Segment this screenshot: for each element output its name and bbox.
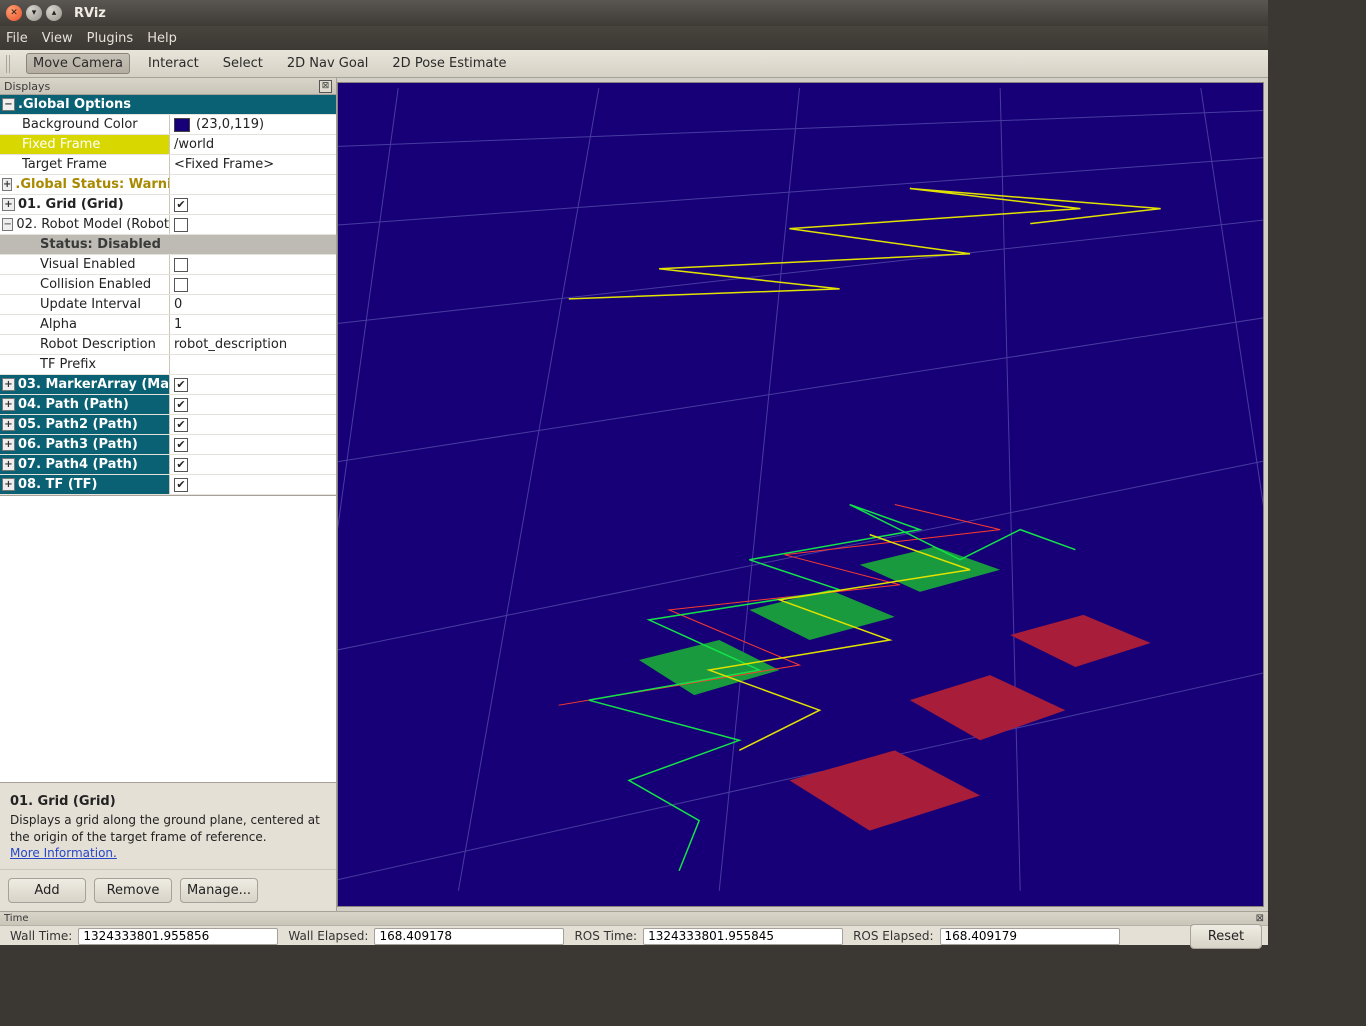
display-robot-model[interactable]: −02. Robot Model (Robot xyxy=(0,215,336,235)
displays-tree[interactable]: −.Global Options Background Color (23,0,… xyxy=(0,95,336,496)
expand-icon[interactable]: + xyxy=(2,478,15,491)
tree-global-options[interactable]: −.Global Options xyxy=(0,95,336,115)
viewport-canvas xyxy=(338,83,1263,906)
checkbox[interactable]: ✔ xyxy=(174,478,188,492)
displays-header: Displays ⊠ xyxy=(0,78,336,95)
tree-global-status[interactable]: +.Global Status: Warning xyxy=(0,175,336,195)
3d-viewport[interactable] xyxy=(337,82,1264,907)
displays-panel: Displays ⊠ −.Global Options Background C… xyxy=(0,78,337,911)
toolbar: Move Camera Interact Select 2D Nav Goal … xyxy=(0,50,1268,78)
display-tf[interactable]: +08. TF (TF) ✔ xyxy=(0,475,336,495)
description-more-link[interactable]: More Information. xyxy=(10,846,117,860)
prop-update-interval[interactable]: Update Interval 0 xyxy=(0,295,336,315)
ros-elapsed-label: ROS Elapsed: xyxy=(853,929,933,943)
checkbox[interactable] xyxy=(174,258,188,272)
tree-empty-area xyxy=(0,496,336,782)
ros-time-label: ROS Time: xyxy=(574,929,637,943)
expand-icon[interactable]: + xyxy=(2,198,15,211)
ros-time-input[interactable] xyxy=(643,928,843,945)
manage-button[interactable]: Manage... xyxy=(180,878,258,903)
menu-file[interactable]: File xyxy=(6,31,28,46)
time-panel: Time ⊠ Wall Time: Wall Elapsed: ROS Time… xyxy=(0,911,1268,945)
checkbox[interactable]: ✔ xyxy=(174,198,188,212)
expand-icon[interactable]: + xyxy=(2,178,12,191)
tool-2d-pose-estimate[interactable]: 2D Pose Estimate xyxy=(386,54,512,73)
collapse-icon[interactable]: − xyxy=(2,218,13,231)
add-button[interactable]: Add xyxy=(8,878,86,903)
display-path4[interactable]: +07. Path4 (Path) ✔ xyxy=(0,455,336,475)
close-icon[interactable]: ✕ xyxy=(6,5,22,21)
wall-elapsed-input[interactable] xyxy=(374,928,564,945)
remove-button[interactable]: Remove xyxy=(94,878,172,903)
expand-icon[interactable]: + xyxy=(2,438,15,451)
minimize-icon[interactable]: ▾ xyxy=(26,5,42,21)
marker-boxes xyxy=(639,547,1151,831)
status-disabled: Status: Disabled xyxy=(0,235,336,255)
checkbox[interactable]: ✔ xyxy=(174,438,188,452)
ros-elapsed-input[interactable] xyxy=(940,928,1120,945)
grid-lines xyxy=(338,88,1263,891)
display-path3[interactable]: +06. Path3 (Path) ✔ xyxy=(0,435,336,455)
color-swatch-icon xyxy=(174,118,190,132)
display-grid[interactable]: +01. Grid (Grid) ✔ xyxy=(0,195,336,215)
expand-icon[interactable]: + xyxy=(2,378,15,391)
menu-help[interactable]: Help xyxy=(147,31,177,46)
wall-elapsed-label: Wall Elapsed: xyxy=(288,929,368,943)
prop-alpha[interactable]: Alpha 1 xyxy=(0,315,336,335)
prop-fixed-frame[interactable]: Fixed Frame /world xyxy=(0,135,336,155)
display-markerarray[interactable]: +03. MarkerArray (Ma ✔ xyxy=(0,375,336,395)
description-title: 01. Grid (Grid) xyxy=(10,793,326,811)
path-yellow-upper xyxy=(569,189,1161,299)
prop-visual-enabled[interactable]: Visual Enabled xyxy=(0,255,336,275)
time-close-icon[interactable]: ⊠ xyxy=(1256,913,1264,924)
expand-icon[interactable]: + xyxy=(2,418,15,431)
toolbar-grip-icon xyxy=(6,55,12,73)
display-path2[interactable]: +05. Path2 (Path) ✔ xyxy=(0,415,336,435)
expand-icon[interactable]: + xyxy=(2,398,15,411)
displays-close-icon[interactable]: ⊠ xyxy=(319,80,332,93)
checkbox[interactable] xyxy=(174,218,188,232)
prop-target-frame[interactable]: Target Frame <Fixed Frame> xyxy=(0,155,336,175)
description-panel: 01. Grid (Grid) Displays a grid along th… xyxy=(0,782,336,869)
window-titlebar: ✕ ▾ ▴ RViz xyxy=(0,0,1268,26)
wall-time-label: Wall Time: xyxy=(10,929,72,943)
display-path1[interactable]: +04. Path (Path) ✔ xyxy=(0,395,336,415)
menu-plugins[interactable]: Plugins xyxy=(87,31,134,46)
checkbox[interactable]: ✔ xyxy=(174,398,188,412)
prop-background-color[interactable]: Background Color (23,0,119) xyxy=(0,115,336,135)
prop-robot-description[interactable]: Robot Description robot_description xyxy=(0,335,336,355)
checkbox[interactable] xyxy=(174,278,188,292)
collapse-icon[interactable]: − xyxy=(2,98,15,111)
checkbox[interactable]: ✔ xyxy=(174,458,188,472)
checkbox[interactable]: ✔ xyxy=(174,378,188,392)
prop-collision-enabled[interactable]: Collision Enabled xyxy=(0,275,336,295)
checkbox[interactable]: ✔ xyxy=(174,418,188,432)
tool-move-camera[interactable]: Move Camera xyxy=(26,53,130,74)
time-title: Time xyxy=(4,913,28,924)
menubar: File View Plugins Help xyxy=(0,26,1268,50)
reset-button[interactable]: Reset xyxy=(1190,924,1262,949)
menu-view[interactable]: View xyxy=(42,31,73,46)
tool-select[interactable]: Select xyxy=(217,54,269,73)
tool-interact[interactable]: Interact xyxy=(142,54,205,73)
description-body: Displays a grid along the ground plane, … xyxy=(10,812,326,844)
displays-button-row: Add Remove Manage... xyxy=(0,869,336,911)
displays-title: Displays xyxy=(4,80,50,93)
wall-time-input[interactable] xyxy=(78,928,278,945)
expand-icon[interactable]: + xyxy=(2,458,15,471)
prop-tf-prefix[interactable]: TF Prefix xyxy=(0,355,336,375)
maximize-icon[interactable]: ▴ xyxy=(46,5,62,21)
window-title: RViz xyxy=(74,6,106,21)
tool-2d-nav-goal[interactable]: 2D Nav Goal xyxy=(281,54,375,73)
